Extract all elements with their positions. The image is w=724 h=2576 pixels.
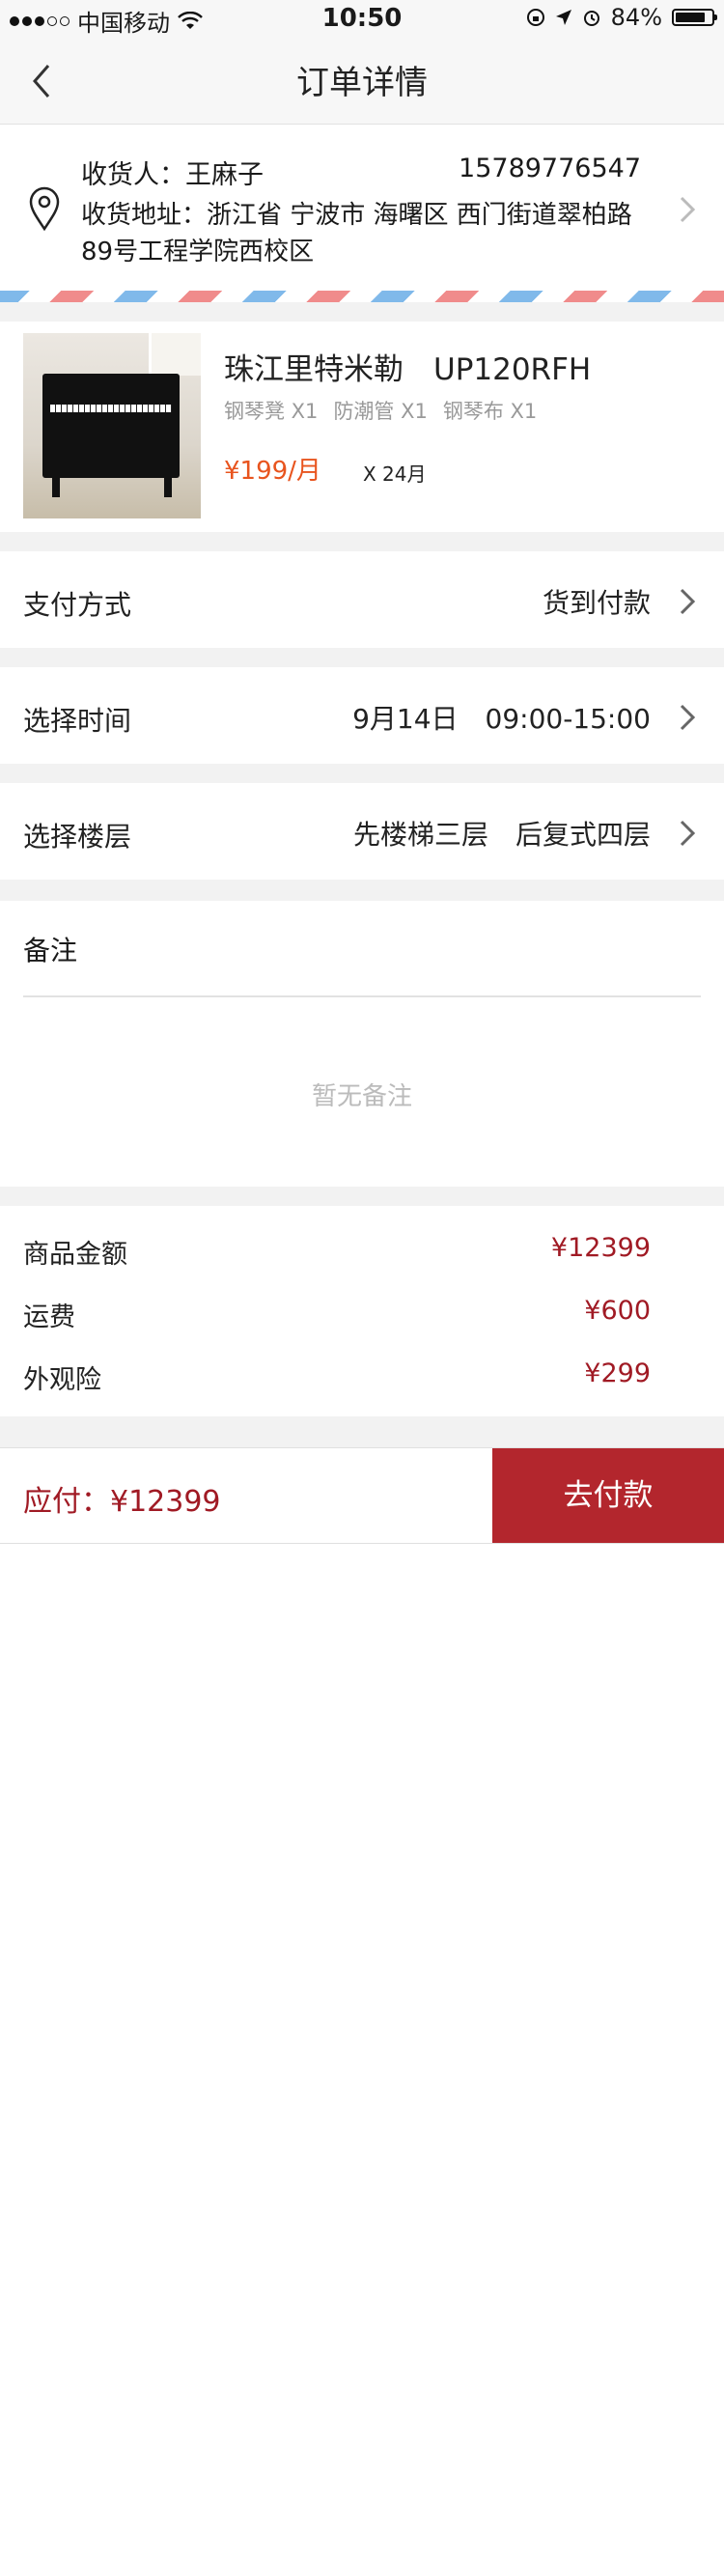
shipping-address-card[interactable]: 收货人：王麻子 15789776547 收货地址：浙江省 宁波市 海曙区 西门街… — [0, 125, 724, 289]
select-floor-label: 选择楼层 — [23, 821, 132, 853]
product-extra: 钢琴布 X1 — [442, 400, 538, 423]
chevron-right-icon — [680, 588, 696, 615]
remark-placeholder: 暂无备注 — [311, 1082, 412, 1111]
product-extra: 防潮管 X1 — [333, 400, 428, 423]
product-image — [23, 333, 201, 518]
rotation-lock-icon — [526, 9, 544, 26]
select-time-row[interactable]: 选择时间 9月14日 09:00-15:00 — [0, 667, 724, 764]
airmail-stripe — [0, 291, 724, 302]
location-pin-icon — [29, 186, 60, 231]
pay-button[interactable]: 去付款 — [492, 1448, 724, 1543]
fee-row: 外观险 ¥299 — [0, 1349, 724, 1407]
product-card[interactable]: 珠江里特米勒 UP120RFH 钢琴凳 X1 防潮管 X1 钢琴布 X1 ¥19… — [0, 322, 724, 532]
page-title: 订单详情 — [296, 64, 428, 102]
product-extras: 钢琴凳 X1 防潮管 X1 钢琴布 X1 — [224, 396, 537, 425]
section-gap — [0, 1416, 724, 1447]
chevron-right-icon — [680, 820, 696, 847]
status-right: 84% — [526, 4, 717, 31]
fee-amount: ¥12399 — [550, 1233, 651, 1263]
remark-section[interactable]: 备注 暂无备注 — [0, 901, 724, 1187]
battery-icon — [672, 9, 717, 26]
select-time-value: 9月14日 09:00-15:00 — [352, 703, 651, 735]
fee-label: 商品金额 — [23, 1240, 127, 1270]
fee-summary: 商品金额 ¥12399 运费 ¥600 外观险 ¥299 — [0, 1206, 724, 1416]
pay-bar: 应付：¥12399 去付款 — [0, 1447, 724, 1544]
section-gap — [0, 1187, 724, 1206]
section-gap — [0, 302, 724, 322]
fee-amount: ¥299 — [584, 1358, 651, 1388]
amount-due: 应付：¥12399 — [23, 1485, 221, 1519]
fee-row: 商品金额 ¥12399 — [0, 1223, 724, 1281]
battery-percent: 84% — [610, 4, 662, 31]
status-bar: 中国移动 10:50 84% — [0, 0, 724, 39]
fee-amount: ¥600 — [584, 1296, 651, 1326]
product-name: 珠江里特米勒 UP120RFH — [224, 352, 592, 387]
location-arrow-icon — [555, 10, 571, 25]
chevron-right-icon — [680, 704, 696, 731]
product-term: X 24月 — [363, 462, 427, 486]
receiver-name: 收货人：王麻子 — [81, 160, 264, 190]
chevron-right-icon — [680, 196, 696, 223]
payment-method-row[interactable]: 支付方式 货到付款 — [0, 551, 724, 648]
divider — [23, 995, 701, 997]
product-extra: 钢琴凳 X1 — [224, 400, 319, 423]
section-gap — [0, 532, 724, 551]
product-price: ¥199/月 — [224, 457, 321, 486]
select-floor-row[interactable]: 选择楼层 先楼梯三层 后复式四层 — [0, 783, 724, 880]
section-gap — [0, 764, 724, 783]
payment-method-value: 货到付款 — [542, 587, 651, 619]
nav-bar: 订单详情 — [0, 39, 724, 125]
section-gap — [0, 880, 724, 901]
fee-row: 运费 ¥600 — [0, 1286, 724, 1344]
remark-label: 备注 — [23, 935, 78, 966]
section-gap — [0, 648, 724, 667]
select-time-label: 选择时间 — [23, 705, 132, 737]
receiver-phone: 15789776547 — [459, 154, 641, 183]
fee-label: 外观险 — [23, 1365, 101, 1395]
fee-label: 运费 — [23, 1302, 75, 1332]
receiver-address: 收货地址：浙江省 宁波市 海曙区 西门街道翠柏路89号工程学院西校区 — [81, 201, 632, 266]
select-floor-value: 先楼梯三层 后复式四层 — [352, 819, 651, 851]
alarm-icon — [583, 11, 599, 26]
payment-method-label: 支付方式 — [23, 589, 132, 621]
